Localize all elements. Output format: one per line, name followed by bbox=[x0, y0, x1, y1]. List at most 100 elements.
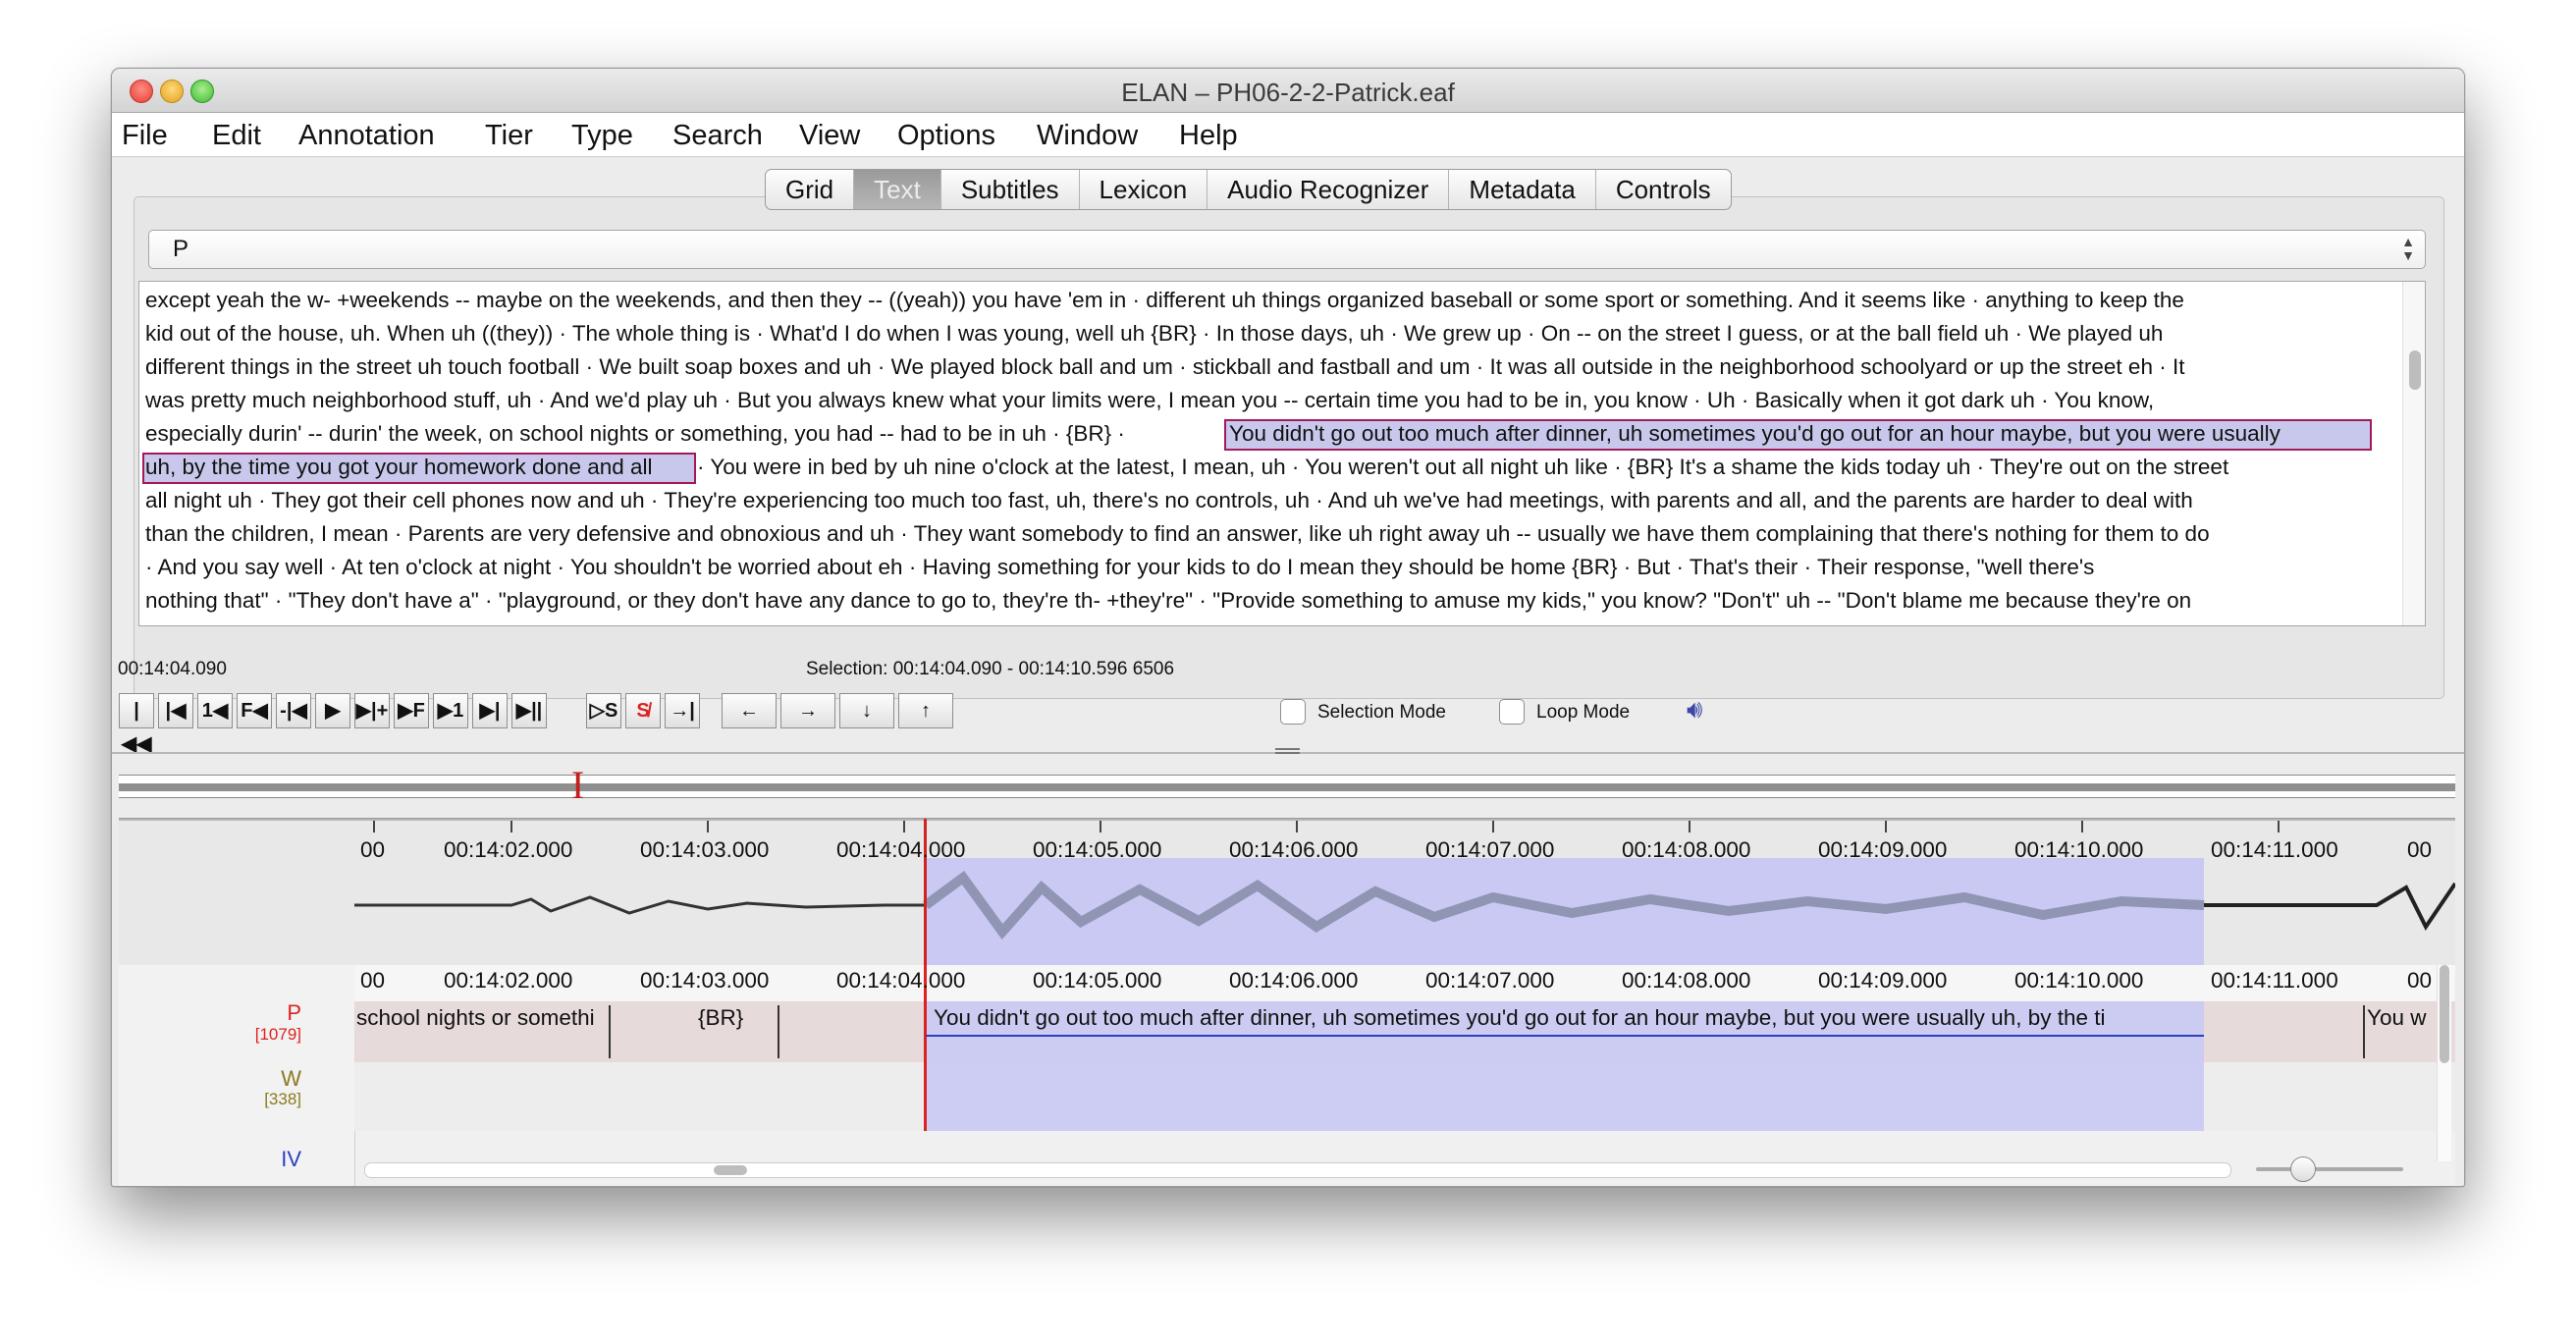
annotation-boundary bbox=[609, 1005, 611, 1058]
tier-label-w[interactable]: W bbox=[281, 1066, 301, 1092]
annotation-above-button[interactable]: ↑ bbox=[898, 693, 953, 728]
timeline-viewer[interactable]: 00 00:14:02.000 00:14:03.000 00:14:04.00… bbox=[119, 965, 2455, 1186]
tab-lexicon[interactable]: Lexicon bbox=[1080, 170, 1208, 209]
ruler-label: 00:14:11.000 bbox=[2211, 968, 2338, 993]
next-pixel-button[interactable]: ▶|+ bbox=[354, 693, 390, 728]
tier-select[interactable]: P ▲ ▼ bbox=[148, 230, 2426, 269]
scroll-thumb[interactable] bbox=[2440, 965, 2449, 1063]
timeline-overview[interactable] bbox=[119, 775, 2455, 798]
tab-subtitles[interactable]: Subtitles bbox=[941, 170, 1080, 209]
tab-grid[interactable]: Grid bbox=[766, 170, 855, 209]
annotation-below-button[interactable]: ↓ bbox=[839, 693, 894, 728]
zoom-slider-knob[interactable] bbox=[2290, 1156, 2316, 1182]
ruler-label: 00 bbox=[2407, 968, 2433, 993]
text-line: nothing that" · "They don't have a" · "p… bbox=[145, 588, 2192, 613]
menu-type[interactable]: Type bbox=[571, 120, 633, 152]
menu-bar: File Edit Annotation Tier Type Search Vi… bbox=[112, 113, 2464, 157]
annotation-boundary bbox=[2363, 1005, 2365, 1058]
volume-icon[interactable]: 🔊︎ bbox=[1687, 694, 1702, 725]
text-line: all night uh · They got their cell phone… bbox=[145, 488, 2193, 512]
ruler-label: 00:14:10.000 bbox=[2014, 837, 2144, 862]
menu-options[interactable]: Options bbox=[897, 120, 995, 152]
ruler-label: 00:14:05.000 bbox=[1033, 968, 1162, 993]
play-button[interactable]: ▶ bbox=[315, 693, 350, 728]
selection-mode-checkbox[interactable] bbox=[1280, 699, 1306, 725]
menu-file[interactable]: File bbox=[122, 120, 168, 152]
previous-frame-button[interactable]: |◀ bbox=[158, 693, 193, 728]
menu-window[interactable]: Window bbox=[1037, 120, 1138, 152]
clear-selection-button[interactable]: S̸ bbox=[625, 693, 661, 728]
step-back-frame-button[interactable]: F◀ bbox=[237, 693, 272, 728]
tier-label-p[interactable]: P bbox=[287, 1000, 301, 1026]
ruler-label: 00:14:07.000 bbox=[1425, 968, 1555, 993]
overview-bar bbox=[119, 783, 2455, 791]
splitter[interactable] bbox=[112, 743, 2464, 759]
text-line: kid out of the house, uh. When uh ((they… bbox=[145, 321, 2164, 346]
loop-mode-label: Loop Mode bbox=[1536, 702, 1631, 723]
ruler-label: 00:14:09.000 bbox=[1818, 837, 1948, 862]
menu-search[interactable]: Search bbox=[672, 120, 763, 152]
annotation[interactable]: school nights or somethi bbox=[356, 1005, 608, 1031]
tab-audio-recognizer[interactable]: Audio Recognizer bbox=[1208, 170, 1450, 209]
text-line: than the children, I mean · Parents are … bbox=[145, 521, 2210, 546]
next-annotation-button[interactable]: → bbox=[780, 693, 835, 728]
text-line: · You were in bed by uh nine o'clock at … bbox=[697, 455, 2229, 479]
menu-tier[interactable]: Tier bbox=[485, 120, 533, 152]
overview-playhead-icon[interactable]: I bbox=[571, 762, 584, 808]
waveform-viewer[interactable]: 00 00:14:02.000 00:14:03.000 00:14:04.00… bbox=[119, 818, 2455, 966]
updown-arrows-icon: ▲ ▼ bbox=[2401, 234, 2415, 263]
title-bar: ELAN – PH06-2-2-Patrick.eaf bbox=[112, 69, 2464, 113]
go-to-end-button[interactable]: ▶|| bbox=[511, 693, 547, 728]
step-back-second-button[interactable]: 1◀ bbox=[197, 693, 233, 728]
selected-annotation[interactable]: You didn't go out too much after dinner,… bbox=[934, 1005, 2200, 1031]
tab-text[interactable]: Text bbox=[854, 170, 941, 209]
text-line: especially durin' -- durin' the week, on… bbox=[145, 421, 1125, 446]
step-forward-second-button[interactable]: ▶1 bbox=[433, 693, 468, 728]
ruler-label: 00:14:05.000 bbox=[1033, 837, 1162, 862]
ruler-label: 00:14:03.000 bbox=[640, 837, 770, 862]
menu-edit[interactable]: Edit bbox=[212, 120, 261, 152]
step-forward-frame-button[interactable]: ▶F bbox=[394, 693, 429, 728]
tier-select-value: P bbox=[173, 236, 189, 262]
selected-text: uh, by the time you got your homework do… bbox=[145, 455, 653, 479]
ruler-label: 00 bbox=[360, 837, 386, 862]
tier-count-p: [1079] bbox=[254, 1025, 301, 1044]
menu-annotation[interactable]: Annotation bbox=[298, 120, 435, 152]
media-controls: |◀◀ |◀ 1◀ F◀ -|◀ ▶ ▶|+ ▶F ▶1 ▶| ▶|| ▷S S… bbox=[119, 693, 957, 755]
annotation[interactable]: {BR} bbox=[698, 1005, 777, 1031]
scroll-thumb[interactable] bbox=[2409, 350, 2421, 390]
menu-help[interactable]: Help bbox=[1179, 120, 1238, 152]
next-frame-button[interactable]: ▶| bbox=[472, 693, 508, 728]
menu-view[interactable]: View bbox=[799, 120, 860, 152]
ruler-label: 00:14:04.000 bbox=[836, 837, 966, 862]
play-selection-button[interactable]: ▷S bbox=[586, 693, 621, 728]
ruler-label: 00:14:02.000 bbox=[444, 837, 573, 862]
ruler-label: 00:14:07.000 bbox=[1425, 837, 1555, 862]
ruler-label: 00:14:02.000 bbox=[444, 968, 573, 993]
go-to-begin-button[interactable]: |◀◀ bbox=[119, 693, 154, 755]
text-line: except yeah the w- +weekends -- maybe on… bbox=[145, 288, 2184, 312]
ruler-label: 00:14:08.000 bbox=[1622, 968, 1751, 993]
scroll-thumb[interactable] bbox=[714, 1165, 747, 1175]
previous-pixel-button[interactable]: -|◀ bbox=[276, 693, 311, 728]
tab-controls[interactable]: Controls bbox=[1596, 170, 1731, 209]
selection-end-button[interactable]: →| bbox=[665, 693, 700, 728]
tier-names-panel bbox=[119, 965, 355, 1186]
previous-annotation-button[interactable]: ← bbox=[722, 693, 777, 728]
tab-metadata[interactable]: Metadata bbox=[1449, 170, 1596, 209]
selection-mode-label: Selection Mode bbox=[1317, 702, 1446, 723]
horizontal-scrollbar[interactable] bbox=[364, 1162, 2231, 1178]
ruler-label: 00:14:08.000 bbox=[1622, 837, 1751, 862]
ruler-label: 00 bbox=[2407, 837, 2433, 862]
elan-window: ELAN – PH06-2-2-Patrick.eaf File Edit An… bbox=[111, 68, 2465, 1187]
tier-label-iv[interactable]: IV bbox=[281, 1147, 301, 1172]
loop-mode-checkbox[interactable] bbox=[1499, 699, 1525, 725]
vertical-scrollbar[interactable] bbox=[2437, 965, 2451, 1161]
tier-count-w: [338] bbox=[264, 1090, 301, 1108]
zoom-slider[interactable] bbox=[2256, 1156, 2403, 1182]
viewer-tabs: Grid Text Subtitles Lexicon Audio Recogn… bbox=[765, 169, 1732, 210]
vertical-scrollbar[interactable] bbox=[2402, 282, 2425, 625]
annotation[interactable]: You w bbox=[2367, 1005, 2445, 1031]
text-viewer[interactable]: except yeah the w- +weekends -- maybe on… bbox=[138, 281, 2426, 626]
